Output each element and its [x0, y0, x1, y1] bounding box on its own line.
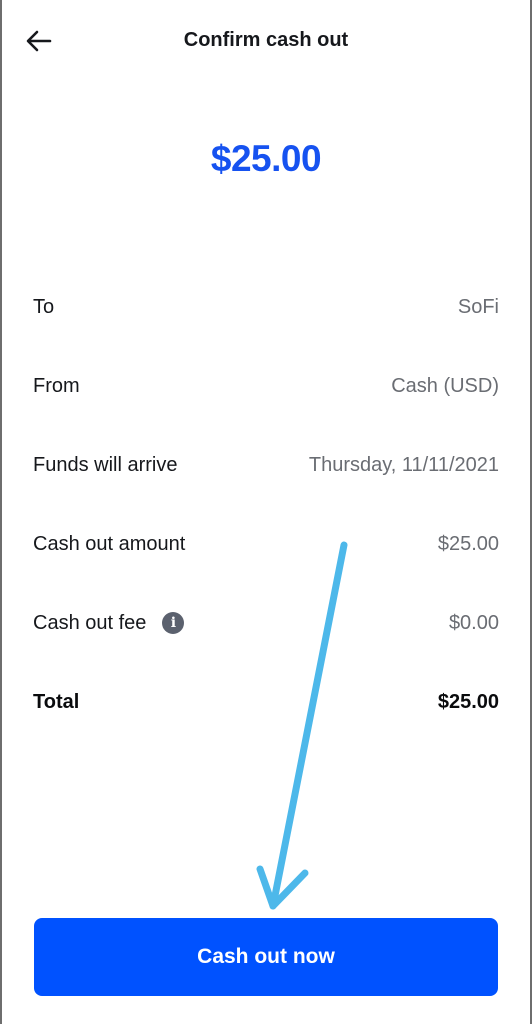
detail-row-cash-out-amount: Cash out amount $25.00 [33, 529, 499, 559]
info-icon[interactable]: i [162, 612, 185, 634]
detail-value: $25.00 [437, 532, 499, 555]
cash-out-now-button[interactable]: Cash out now [34, 918, 498, 996]
detail-value: SoFi [457, 295, 499, 318]
fee-label-text: Cash out fee [33, 611, 147, 634]
detail-value: Thursday, 11/11/2021 [308, 453, 499, 476]
detail-label: From [33, 374, 80, 397]
total-value: $25.00 [437, 690, 499, 713]
detail-label: Cash out fee i [33, 611, 185, 635]
page-title: Confirm cash out [183, 29, 349, 51]
detail-row-to: To SoFi [33, 292, 499, 322]
detail-value: $0.00 [448, 611, 499, 634]
detail-row-arrival: Funds will arrive Thursday, 11/11/2021 [33, 450, 499, 480]
cash-out-amount-display: $25.00 [210, 138, 322, 179]
total-label: Total [33, 690, 80, 713]
detail-label: Cash out amount [33, 532, 186, 555]
detail-value: Cash (USD) [391, 374, 499, 397]
annotation-arrow-shaft [269, 541, 348, 910]
detail-row-total: Total $25.00 [33, 687, 499, 717]
header: Confirm cash out [0, 0, 532, 82]
detail-row-fee: Cash out fee i $0.00 [33, 608, 499, 638]
detail-label: Funds will arrive [33, 453, 178, 476]
detail-row-from: From Cash (USD) [33, 371, 499, 401]
detail-label: To [33, 295, 55, 318]
annotation-arrow-head [256, 865, 309, 910]
